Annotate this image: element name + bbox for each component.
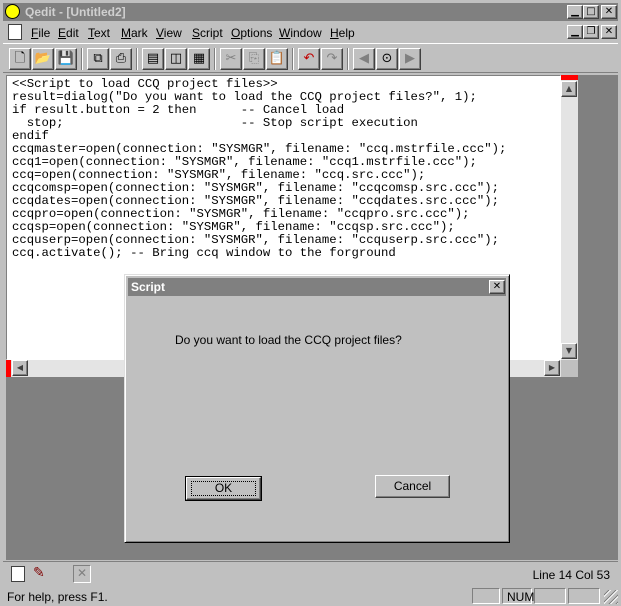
copy-window-icon[interactable]: ⧉ <box>87 48 109 70</box>
child-minimize-button[interactable]: ▁ <box>567 25 583 39</box>
menu-view[interactable]: View <box>156 26 182 40</box>
menu-mark[interactable]: Mark <box>121 26 148 40</box>
menu-window[interactable]: Window <box>279 26 322 40</box>
window-title: Qedit - [Untitled2] <box>25 5 126 19</box>
binoculars-icon[interactable]: ⊙ <box>376 48 398 70</box>
ok-button-label: OK <box>191 481 256 496</box>
menu-options[interactable]: Options <box>231 26 272 40</box>
paste-icon[interactable]: 📋 <box>266 48 288 70</box>
dialog-close-button[interactable]: ✕ <box>489 280 505 294</box>
script-code[interactable]: <<Script to load CCQ project files>> res… <box>12 78 506 260</box>
menu-text[interactable]: Text <box>88 26 110 40</box>
mdi-workspace-right <box>578 75 618 560</box>
resize-grip-icon[interactable] <box>604 590 618 604</box>
scroll-up-icon[interactable]: ▲ <box>561 81 577 97</box>
menu-script[interactable]: Script <box>192 26 223 40</box>
close-file-icon[interactable]: ✕ <box>73 565 91 583</box>
dialog-title: Script <box>131 280 166 294</box>
menu-help[interactable]: Help <box>330 26 355 40</box>
open-folder-icon[interactable]: 📂 <box>32 48 54 70</box>
window-list-icon[interactable]: ▦ <box>188 48 210 70</box>
document-list-icon[interactable] <box>11 566 25 582</box>
title-bar[interactable]: Qedit - [Untitled2] ▁ □ ✕ <box>3 3 618 21</box>
scroll-left-icon[interactable]: ◀ <box>12 360 28 376</box>
cancel-button[interactable]: Cancel <box>375 475 450 498</box>
scroll-down-icon[interactable]: ▼ <box>561 343 577 359</box>
menu-edit[interactable]: Edit <box>58 26 79 40</box>
document-icon[interactable] <box>8 24 22 40</box>
minimize-button[interactable]: ▁ <box>567 5 583 19</box>
status-panel-num: NUM <box>502 588 535 604</box>
bottom-icon-bar: ✎ ✕ Line 14 Col 53 <box>3 561 618 586</box>
status-panel-caps <box>472 588 500 604</box>
tile-icon[interactable]: ▤ <box>142 48 164 70</box>
print-icon[interactable]: ⎙ <box>110 48 132 70</box>
num-lock-indicator: NUM <box>507 590 535 604</box>
copy-icon[interactable]: ⎘ <box>243 48 265 70</box>
redo-icon[interactable]: ↷ <box>321 48 343 70</box>
close-button[interactable]: ✕ <box>601 5 617 19</box>
dialog-title-bar[interactable]: Script ✕ <box>128 278 506 296</box>
script-dialog: Script ✕ Do you want to load the CCQ pro… <box>124 274 510 543</box>
child-close-button[interactable]: ✕ <box>601 25 617 39</box>
vertical-scrollbar[interactable]: ▲ ▼ <box>561 75 578 360</box>
help-text: For help, press F1. <box>7 590 108 604</box>
bookmark-marker <box>561 75 578 80</box>
child-restore-button[interactable]: ❐ <box>583 25 599 39</box>
status-bar: For help, press F1. NUM <box>0 587 621 606</box>
scroll-right-icon[interactable]: ▶ <box>544 360 560 376</box>
cancel-button-label: Cancel <box>393 479 432 493</box>
dialog-message: Do you want to load the CCQ project file… <box>175 333 402 347</box>
save-icon[interactable]: 💾 <box>55 48 77 70</box>
cut-icon[interactable]: ✂ <box>220 48 242 70</box>
undo-icon[interactable]: ↶ <box>298 48 320 70</box>
new-file-icon[interactable]: 🗋 <box>9 48 31 70</box>
toolbar: 🗋 📂 💾 ⧉ ⎙ ▤ ◫ ▦ ✂ ⎘ 📋 ↶ ↷ ◀ ⊙ ▶ <box>3 43 618 73</box>
status-panel-extra <box>568 588 600 604</box>
compare-icon[interactable]: ◫ <box>165 48 187 70</box>
maximize-button[interactable]: □ <box>583 5 599 19</box>
status-panel-scroll <box>534 588 566 604</box>
pencil-icon[interactable]: ✎ <box>33 565 45 581</box>
find-previous-icon[interactable]: ◀ <box>353 48 375 70</box>
find-next-icon[interactable]: ▶ <box>399 48 421 70</box>
cursor-position: Line 14 Col 53 <box>532 568 610 582</box>
qedit-app-icon[interactable] <box>5 4 20 19</box>
menu-file[interactable]: File <box>31 26 50 40</box>
menu-bar: File Edit Text Mark View Script Options … <box>3 22 618 42</box>
line-marker <box>6 360 11 377</box>
ok-button[interactable]: OK <box>185 476 262 501</box>
